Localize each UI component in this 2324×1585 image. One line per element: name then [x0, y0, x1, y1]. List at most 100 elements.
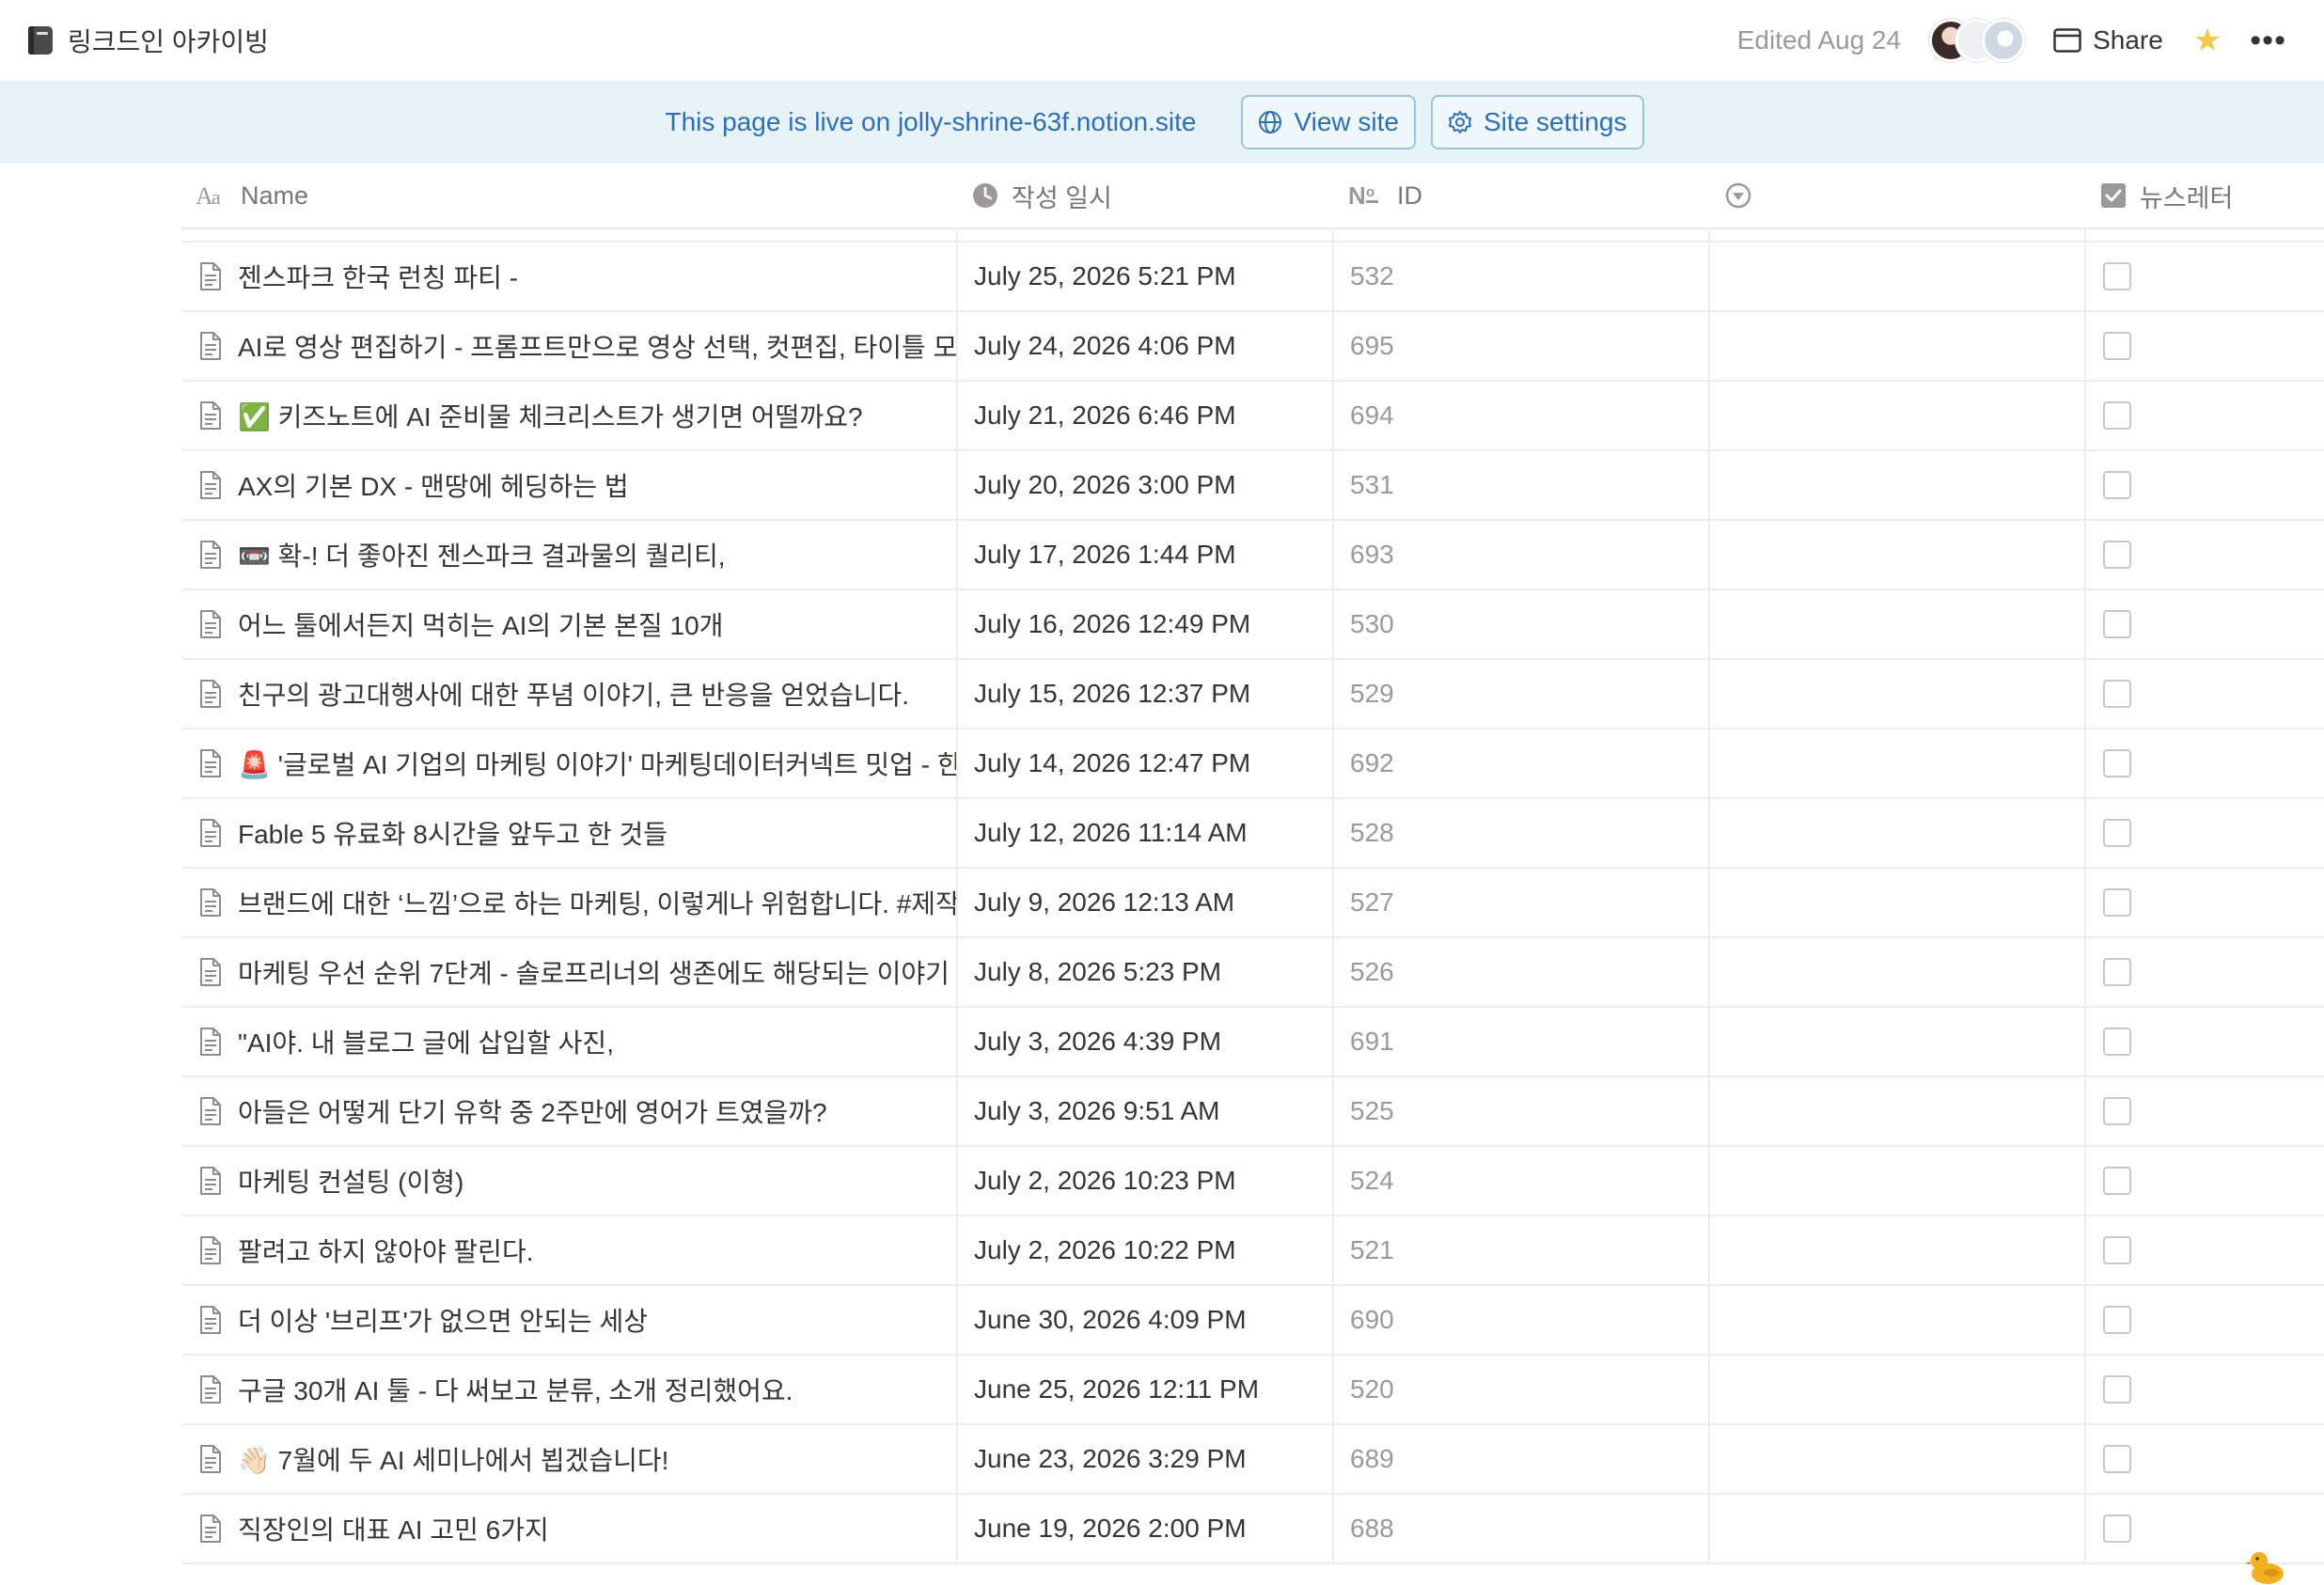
row-newsletter-cell[interactable]	[2086, 729, 2324, 798]
row-name-cell[interactable]: AX의 기본 DX - 맨땅에 헤딩하는 법	[181, 450, 958, 520]
row-title[interactable]: 팔려고 하지 않아야 팔린다.	[238, 1232, 533, 1269]
row-newsletter-cell[interactable]	[2086, 1007, 2324, 1076]
row-status-cell[interactable]	[1710, 589, 2086, 659]
row-title[interactable]: 🚨 '글로벌 AI 기업의 마케팅 이야기' 마케팅데이터커넥트 밋업 - 한국	[238, 745, 956, 782]
table-row[interactable]: 구글 30개 AI 툴 - 다 써보고 분류, 소개 정리했어요. June 2…	[181, 1355, 2324, 1425]
newsletter-checkbox[interactable]	[2103, 332, 2131, 360]
row-newsletter-cell[interactable]	[2086, 1146, 2324, 1216]
row-status-cell[interactable]	[1710, 1424, 2086, 1494]
newsletter-checkbox[interactable]	[2103, 541, 2131, 569]
table-row[interactable]: Fable 5 유료화 8시간을 앞두고 한 것들 July 12, 2026 …	[181, 798, 2324, 869]
row-date-cell[interactable]: July 12, 2026 11:14 AM	[958, 798, 1334, 868]
row-title[interactable]: "AI야. 내 블로그 글에 삽입할 사진,	[238, 1023, 614, 1060]
row-name-cell[interactable]: 브랜드에 대한 ‘느낌’으로 하는 마케팅, 이렇게나 위험합니다. #제작지원	[181, 868, 958, 937]
row-name-cell[interactable]: 📼 확-! 더 좋아진 젠스파크 결과물의 퀄리티,	[181, 520, 958, 589]
row-title[interactable]: 📼 확-! 더 좋아진 젠스파크 결과물의 퀄리티,	[238, 536, 726, 573]
row-name-cell[interactable]: 어느 툴에서든지 먹히는 AI의 기본 본질 10개	[181, 589, 958, 659]
row-status-cell[interactable]	[1710, 1007, 2086, 1076]
row-title[interactable]: 어느 툴에서든지 먹히는 AI의 기본 본질 10개	[238, 605, 723, 643]
row-name-cell[interactable]: 직장인의 대표 AI 고민 6가지	[181, 1494, 958, 1563]
newsletter-checkbox[interactable]	[2103, 1167, 2131, 1195]
collaborator-avatars[interactable]	[1929, 19, 2026, 62]
page-title[interactable]: 링크드인 아카이빙	[68, 22, 269, 59]
row-status-cell[interactable]	[1710, 450, 2086, 520]
row-date-cell[interactable]: July 15, 2026 12:37 PM	[958, 659, 1334, 729]
row-newsletter-cell[interactable]	[2086, 311, 2324, 381]
row-name-cell[interactable]: 친구의 광고대행사에 대한 푸념 이야기, 큰 반응을 얻었습니다.	[181, 659, 958, 729]
row-title[interactable]: 구글 30개 AI 툴 - 다 써보고 분류, 소개 정리했어요.	[238, 1371, 793, 1408]
row-status-cell[interactable]	[1710, 798, 2086, 868]
row-name-cell[interactable]: 팔려고 하지 않아야 팔린다.	[181, 1216, 958, 1285]
table-row[interactable]: "AI야. 내 블로그 글에 삽입할 사진, July 3, 2026 4:39…	[181, 1007, 2324, 1077]
newsletter-checkbox[interactable]	[2103, 610, 2131, 638]
row-status-cell[interactable]	[1710, 1216, 2086, 1285]
table-row[interactable]: 아들은 어떻게 단기 유학 중 2주만에 영어가 트였을까? July 3, 2…	[181, 1076, 2324, 1147]
row-name-cell[interactable]: ✅ 키즈노트에 AI 준비물 체크리스트가 생기면 어떨까요?	[181, 381, 958, 450]
row-title[interactable]: 👋🏻 7월에 두 AI 세미나에서 뵙겠습니다!	[238, 1440, 668, 1478]
row-newsletter-cell[interactable]	[2086, 1076, 2324, 1146]
row-newsletter-cell[interactable]	[2086, 868, 2324, 937]
newsletter-checkbox[interactable]	[2103, 401, 2131, 430]
newsletter-checkbox[interactable]	[2103, 1514, 2131, 1543]
view-site-button[interactable]: View site	[1241, 95, 1416, 149]
row-newsletter-cell[interactable]	[2086, 798, 2324, 868]
duck-mascot-icon[interactable]	[2245, 1547, 2286, 1585]
newsletter-checkbox[interactable]	[2103, 262, 2131, 290]
column-header-status[interactable]	[1710, 163, 2086, 228]
edited-timestamp[interactable]: Edited Aug 24	[1737, 25, 1901, 55]
row-title[interactable]: 젠스파크 한국 런칭 파티 -	[238, 258, 518, 295]
star-icon[interactable]: ★	[2193, 24, 2222, 56]
row-title[interactable]: 직장인의 대표 AI 고민 6가지	[238, 1510, 549, 1547]
row-status-cell[interactable]	[1710, 520, 2086, 589]
newsletter-checkbox[interactable]	[2103, 1306, 2131, 1334]
newsletter-checkbox[interactable]	[2103, 1028, 2131, 1056]
row-newsletter-cell[interactable]	[2086, 520, 2324, 589]
newsletter-checkbox[interactable]	[2103, 1375, 2131, 1404]
table-row[interactable]: 마케팅 우선 순위 7단계 - 솔로프리너의 생존에도 해당되는 이야기 Jul…	[181, 937, 2324, 1008]
more-options-icon[interactable]: •••	[2250, 24, 2286, 56]
column-header-name[interactable]: A a Name	[181, 163, 958, 228]
row-title[interactable]: AI로 영상 편집하기 - 프롬프트만으로 영상 선택, 컷편집, 타이틀 모션…	[238, 327, 956, 365]
share-button[interactable]: Share	[2053, 25, 2163, 55]
row-date-cell[interactable]: June 23, 2026 3:29 PM	[958, 1424, 1334, 1494]
table-row[interactable]: AI로 영상 편집하기 - 프롬프트만으로 영상 선택, 컷편집, 타이틀 모션…	[181, 311, 2324, 382]
row-name-cell[interactable]: "AI야. 내 블로그 글에 삽입할 사진,	[181, 1007, 958, 1076]
row-date-cell[interactable]: June 19, 2026 2:00 PM	[958, 1494, 1334, 1563]
row-newsletter-cell[interactable]	[2086, 937, 2324, 1007]
row-status-cell[interactable]	[1710, 381, 2086, 450]
row-status-cell[interactable]	[1710, 868, 2086, 937]
row-name-cell[interactable]: 마케팅 우선 순위 7단계 - 솔로프리너의 생존에도 해당되는 이야기	[181, 937, 958, 1007]
row-date-cell[interactable]: July 24, 2026 4:06 PM	[958, 311, 1334, 381]
row-status-cell[interactable]	[1710, 1146, 2086, 1216]
row-status-cell[interactable]	[1710, 1076, 2086, 1146]
table-row[interactable]: 마케팅 컨설팅 (이형) July 2, 2026 10:23 PM 524	[181, 1146, 2324, 1216]
row-status-cell[interactable]	[1710, 242, 2086, 311]
table-row[interactable]: 더 이상 '브리프'가 없으면 안되는 세상 June 30, 2026 4:0…	[181, 1285, 2324, 1356]
row-date-cell[interactable]: July 8, 2026 5:23 PM	[958, 937, 1334, 1007]
row-status-cell[interactable]	[1710, 729, 2086, 798]
row-status-cell[interactable]	[1710, 659, 2086, 729]
row-title[interactable]: 마케팅 우선 순위 7단계 - 솔로프리너의 생존에도 해당되는 이야기	[238, 953, 950, 991]
row-date-cell[interactable]: June 30, 2026 4:09 PM	[958, 1285, 1334, 1355]
row-status-cell[interactable]	[1710, 1355, 2086, 1424]
row-date-cell[interactable]: July 17, 2026 1:44 PM	[958, 520, 1334, 589]
row-title[interactable]: ✅ 키즈노트에 AI 준비물 체크리스트가 생기면 어떨까요?	[238, 397, 863, 434]
row-title[interactable]: 더 이상 '브리프'가 없으면 안되는 세상	[238, 1301, 648, 1339]
row-newsletter-cell[interactable]	[2086, 1216, 2324, 1285]
row-name-cell[interactable]: 구글 30개 AI 툴 - 다 써보고 분류, 소개 정리했어요.	[181, 1355, 958, 1424]
row-date-cell[interactable]: July 9, 2026 12:13 AM	[958, 868, 1334, 937]
row-status-cell[interactable]	[1710, 937, 2086, 1007]
row-name-cell[interactable]: 👋🏻 7월에 두 AI 세미나에서 뵙겠습니다!	[181, 1424, 958, 1494]
row-date-cell[interactable]: July 14, 2026 12:47 PM	[958, 729, 1334, 798]
row-date-cell[interactable]: July 21, 2026 6:46 PM	[958, 381, 1334, 450]
newsletter-checkbox[interactable]	[2103, 819, 2131, 847]
avatar[interactable]	[1982, 19, 2026, 62]
row-newsletter-cell[interactable]	[2086, 1285, 2324, 1355]
table-row[interactable]: 👋🏻 7월에 두 AI 세미나에서 뵙겠습니다! June 23, 2026 3…	[181, 1424, 2324, 1495]
newsletter-checkbox[interactable]	[2103, 958, 2131, 986]
newsletter-checkbox[interactable]	[2103, 888, 2131, 917]
table-row[interactable]: ✅ 키즈노트에 AI 준비물 체크리스트가 생기면 어떨까요? July 21,…	[181, 381, 2324, 451]
table-row[interactable]: 📼 확-! 더 좋아진 젠스파크 결과물의 퀄리티, July 17, 2026…	[181, 520, 2324, 590]
row-name-cell[interactable]: 🚨 '글로벌 AI 기업의 마케팅 이야기' 마케팅데이터커넥트 밋업 - 한국	[181, 729, 958, 798]
row-date-cell[interactable]: July 16, 2026 12:49 PM	[958, 589, 1334, 659]
